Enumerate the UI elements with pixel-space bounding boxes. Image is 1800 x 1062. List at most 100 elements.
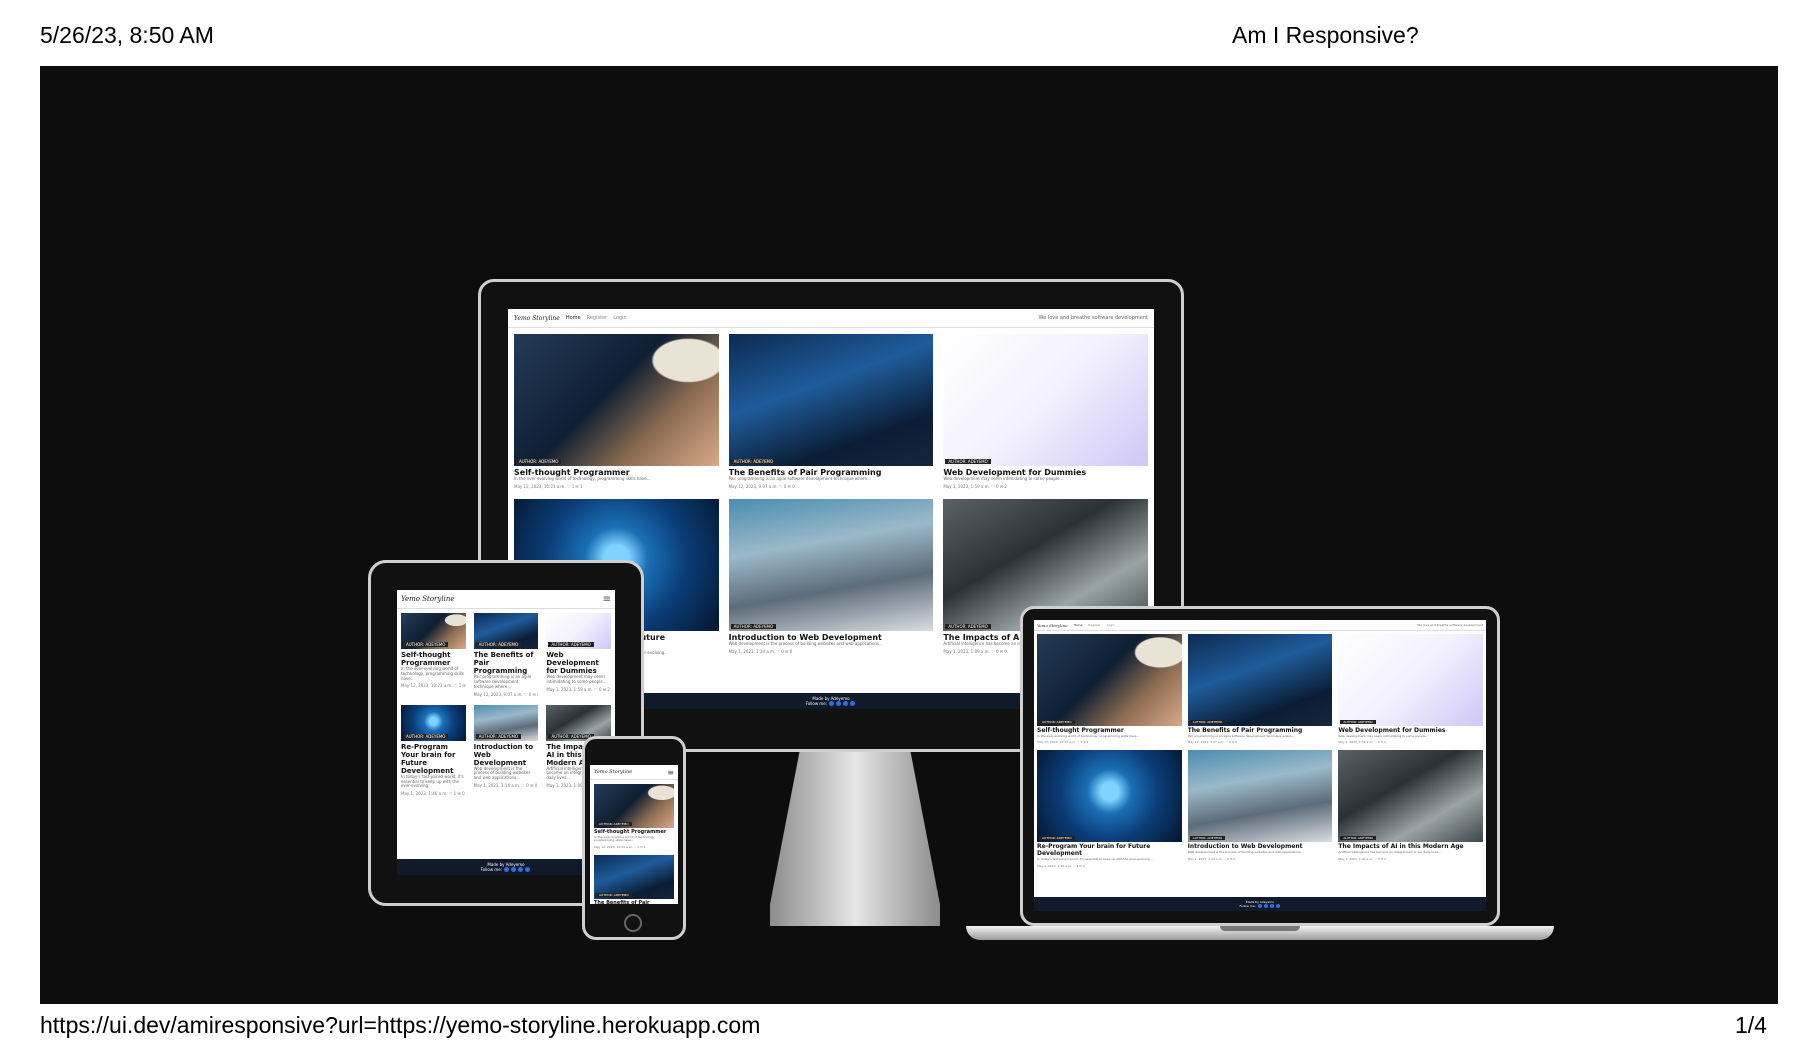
hamburger-menu-icon[interactable]: ≡ [667, 768, 674, 777]
twitter-icon[interactable] [836, 701, 842, 706]
post-meta: May 12, 2023, 10:23 a.m. ♡ 1 ✉ 1 [514, 483, 583, 489]
nav-link-login[interactable]: Login [1107, 623, 1115, 627]
facebook-icon[interactable] [1257, 904, 1262, 908]
print-page-title: Am I Responsive? [1232, 22, 1419, 48]
post-card[interactable]: AUTHOR: ADEYEMO Self-thought Programmer In… [514, 334, 719, 489]
post-meta: May 1, 2023, 1:59 a.m. ♡ 0 ✉ 2 [546, 686, 610, 692]
post-title[interactable]: Self-thought Programmer [401, 651, 466, 667]
post-excerpt: In the ever-evolving world of technology… [1037, 733, 1140, 738]
post-card[interactable]: AUTHOR: ADEYEMOThe Benefits of Pair Prog… [473, 613, 539, 697]
nav-link-home[interactable]: Home [1074, 623, 1083, 627]
post-thumbnail[interactable]: AUTHOR: ADEYEMO [594, 784, 674, 828]
author-badge: AUTHOR: ADEYEMO [730, 623, 777, 629]
laptop-screen[interactable]: Yemo Storyline Home Register Login We love a… [1034, 620, 1486, 911]
post-card[interactable]: AUTHOR: ADEYEMO Introduction to Web Devel… [728, 498, 934, 663]
post-excerpt: In the ever-evolving world of technology… [514, 476, 651, 482]
post-card[interactable]: AUTHOR: ADEYEMOThe Impacts of AI in this… [1338, 750, 1483, 867]
author-badge: AUTHOR: ADEYEMO [1039, 836, 1075, 841]
post-thumbnail[interactable]: AUTHOR: ADEYEMO [1187, 634, 1333, 726]
linkedin-icon[interactable] [850, 701, 856, 706]
print-page-number: 1/4 [1735, 1012, 1767, 1038]
post-excerpt: Web development is the process of buildi… [1187, 850, 1304, 855]
site-tagline: We love and breathe software development [1417, 623, 1483, 627]
post-thumbnail[interactable]: AUTHOR: ADEYEMO [1338, 634, 1483, 726]
nav-link-register[interactable]: Register [587, 315, 608, 321]
site-navbar: Yemo Storyline Home Register Login We love a… [1034, 620, 1486, 631]
post-thumbnail[interactable]: AUTHOR: ADEYEMO [943, 334, 1148, 466]
post-excerpt: Artificial intelligence has become an in… [1338, 850, 1442, 855]
author-badge: AUTHOR: ADEYEMO [1189, 836, 1226, 841]
post-card[interactable]: AUTHOR: ADEYEMO Web Development for Dummi… [1338, 634, 1483, 744]
post-thumbnail[interactable]: AUTHOR: ADEYEMO [473, 613, 539, 649]
nav-link-login[interactable]: Login [613, 315, 627, 321]
post-card[interactable]: AUTHOR: ADEYEMOThe Benefits of Pair Prog… [728, 334, 934, 489]
post-card[interactable]: AUTHOR: ADEYEMO Self-thought Programmer In… [594, 784, 674, 849]
post-title[interactable]: Re-Program Your brain for Future Develop… [401, 743, 466, 775]
post-card[interactable]: AUTHOR: ADEYEMO Self-thought Programmer In… [1037, 634, 1182, 744]
post-thumbnail[interactable]: AUTHOR: ADEYEMO [1037, 634, 1182, 726]
twitter-icon[interactable] [511, 867, 517, 872]
post-meta: May 12, 2023, 10:23 a.m. ♡ 1 ✉ 1 [1037, 740, 1089, 745]
post-thumbnail[interactable]: AUTHOR: ADEYEMO [1338, 750, 1483, 843]
post-card[interactable]: AUTHOR: ADEYEMO Self-thought Programmer In… [401, 613, 466, 697]
site-logo[interactable]: Yemo Storyline [401, 595, 454, 603]
post-excerpt: In today's fast-paced world, it's essent… [401, 773, 464, 789]
footer-follow-label: Follow me: [1239, 904, 1257, 908]
post-card[interactable]: AUTHOR: ADEYEMOThe Benefits of Pair Prog… [1187, 634, 1333, 744]
instagram-icon[interactable] [843, 701, 849, 706]
post-title[interactable]: The Benefits of Pair Programming [474, 651, 539, 675]
post-title[interactable]: Introduction to Web Development [474, 743, 539, 767]
post-card[interactable]: AUTHOR: ADEYEMO Re-Program Your brain for… [1037, 750, 1182, 868]
post-thumbnail[interactable]: AUTHOR: ADEYEMO [546, 613, 611, 649]
post-card[interactable]: AUTHOR: ADEYEMO Introduction to Web Devel… [1187, 750, 1333, 867]
site-navbar: Yemo Storyline ≡ [397, 590, 615, 609]
author-badge: AUTHOR: ADEYEMO [1340, 720, 1376, 724]
author-badge: AUTHOR: ADEYEMO [1189, 720, 1226, 724]
post-thumbnail[interactable]: AUTHOR: ADEYEMO [1037, 750, 1182, 843]
post-thumbnail[interactable]: AUTHOR: ADEYEMO [594, 854, 674, 899]
post-grid: AUTHOR: ADEYEMO Self-thought Programmer In… [1034, 631, 1486, 871]
post-thumbnail[interactable]: AUTHOR: ADEYEMO [1187, 750, 1333, 843]
post-meta: May 1, 2023, 1:46 a.m. ♡ 1 ✉ 0 [401, 791, 465, 797]
phone-home-button[interactable] [624, 914, 642, 932]
post-grid: AUTHOR: ADEYEMO Self-thought Programmer In… [590, 780, 678, 904]
post-card[interactable]: AUTHOR: ADEYEMO Re-Program Your brain for… [401, 704, 466, 797]
post-title[interactable]: Re-Program Your brain for Future Develop… [1037, 844, 1182, 858]
site-logo[interactable]: Yemo Storyline [1037, 623, 1068, 628]
instagram-icon[interactable] [1269, 904, 1274, 908]
nav-link-home[interactable]: Home [566, 315, 581, 321]
post-meta: May 1, 2023, 1:59 a.m. ♡ 0 ✉ 2 [943, 483, 1007, 489]
post-excerpt: Web development may seem intimidating to… [1338, 733, 1429, 738]
facebook-icon[interactable] [829, 701, 835, 706]
footer-follow-label: Follow me: [805, 700, 829, 706]
post-thumbnail[interactable]: AUTHOR: ADEYEMO [728, 334, 934, 466]
post-excerpt: Web development is the process of buildi… [728, 641, 883, 647]
post-thumbnail[interactable]: AUTHOR: ADEYEMO [473, 704, 539, 741]
post-title[interactable]: The Benefits of Pair Programming [594, 900, 674, 904]
post-title[interactable]: Web Development for Dummies [546, 651, 611, 675]
site-logo[interactable]: Yemo Storyline [514, 315, 560, 322]
post-meta: May 1, 2023, 1:14 a.m. ♡ 0 ✉ 0 [1187, 856, 1236, 861]
instagram-icon[interactable] [518, 867, 524, 872]
post-card[interactable]: AUTHOR: ADEYEMO Web Development for Dummi… [943, 334, 1148, 489]
post-card[interactable]: AUTHOR: ADEYEMO Introduction to Web Devel… [473, 704, 539, 797]
twitter-icon[interactable] [1263, 904, 1268, 908]
post-thumbnail[interactable]: AUTHOR: ADEYEMO [728, 498, 934, 631]
post-thumbnail[interactable]: AUTHOR: ADEYEMO [514, 334, 719, 466]
author-badge: AUTHOR: ADEYEMO [596, 892, 632, 897]
nav-link-register[interactable]: Register [1088, 623, 1100, 627]
phone-screen[interactable]: Yemo Storyline ≡ AUTHOR: ADEYEMO Self-thoug… [590, 765, 678, 904]
post-thumbnail[interactable]: AUTHOR: ADEYEMO [401, 613, 466, 649]
post-excerpt: Pair programming is an agile software de… [1187, 733, 1295, 738]
linkedin-icon[interactable] [525, 867, 531, 872]
author-badge: AUTHOR: ADEYEMO [596, 822, 632, 826]
author-badge: AUTHOR: ADEYEMO [403, 642, 449, 647]
post-card[interactable]: AUTHOR: ADEYEMO The Benefits of Pair Prog… [594, 854, 674, 904]
author-badge: AUTHOR: ADEYEMO [475, 733, 522, 739]
post-thumbnail[interactable]: AUTHOR: ADEYEMO [401, 704, 466, 741]
hamburger-menu-icon[interactable]: ≡ [603, 594, 611, 605]
facebook-icon[interactable] [504, 867, 510, 872]
site-logo[interactable]: Yemo Storyline [594, 769, 632, 775]
linkedin-icon[interactable] [1275, 904, 1280, 908]
post-card[interactable]: AUTHOR: ADEYEMO Web Development for Dummi… [546, 613, 611, 697]
